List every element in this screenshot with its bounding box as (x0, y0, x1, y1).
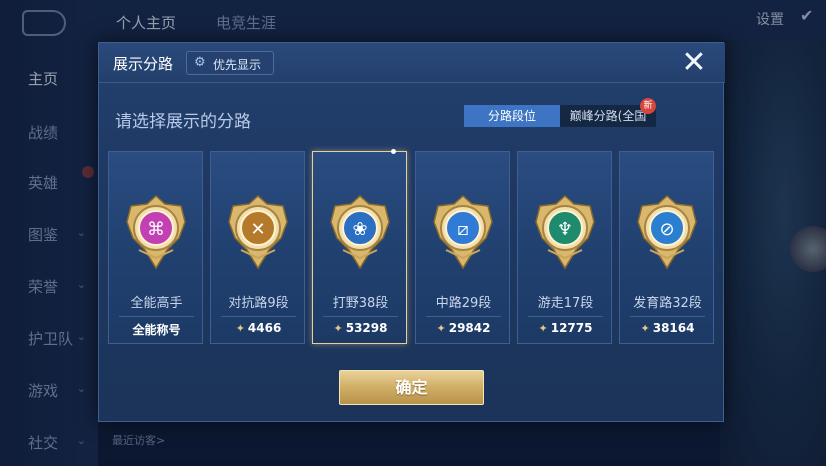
close-icon[interactable]: ✕ (674, 45, 714, 81)
svg-text:⧄: ⧄ (457, 219, 468, 240)
lane-card-value-text: 12775 (550, 321, 593, 335)
lane-display-dialog: 展示分路 ⚙ 优先显示 ✕ 请选择展示的分路 分路段位 巅峰分路(全国 新 ⌘ 全… (98, 42, 725, 422)
divider (119, 316, 194, 317)
rank-star-icon: ✦ (436, 322, 446, 335)
lane-card-name: 游走17段 (537, 296, 594, 311)
lane-card-value: ✦ 12775 (518, 321, 613, 335)
rank-star-icon: ✦ (235, 322, 245, 335)
lane-card-value-text: 53298 (345, 321, 388, 335)
svg-text:✕: ✕ (250, 219, 265, 240)
divider (323, 316, 398, 317)
roam-emblem-icon: ♆ (530, 194, 600, 270)
lane-card-name: 中路29段 (435, 296, 492, 311)
lane-card[interactable]: ♆ 游走17段 ✦ 12775 (517, 151, 612, 344)
svg-text:❀: ❀ (352, 219, 367, 240)
gear-icon: ⚙ (194, 55, 206, 70)
lane-card-value-text: 38164 (652, 321, 695, 335)
tab-lane-rank[interactable]: 分路段位 (464, 105, 560, 127)
svg-text:♆: ♆ (557, 219, 573, 240)
dialog-header: 展示分路 ⚙ 优先显示 ✕ (99, 43, 725, 83)
lane-card[interactable]: ✕ 对抗路9段 ✦ 4466 (210, 151, 305, 344)
lane-card-value: ✦ 29842 (416, 321, 511, 335)
farm-lane-emblem-icon: ⊘ (632, 194, 702, 270)
lane-card-value: 全能称号 (109, 321, 204, 338)
prompt-text: 请选择展示的分路 (115, 112, 251, 132)
svg-text:⌘: ⌘ (147, 219, 165, 240)
priority-display-button[interactable]: ⚙ 优先显示 (186, 51, 274, 75)
dialog-title: 展示分路 (113, 55, 174, 73)
lane-card-name: 对抗路9段 (228, 296, 289, 311)
lane-card-value: ✦ 38164 (620, 321, 715, 335)
lane-card-name: 全能高手 (130, 296, 183, 311)
jungle-emblem-icon: ❀ (325, 194, 395, 270)
selection-marker (391, 149, 396, 154)
svg-text:⊘: ⊘ (659, 219, 674, 240)
lane-card-value-text: 全能称号 (132, 323, 181, 337)
rank-star-icon: ✦ (333, 322, 343, 335)
lane-card-name: 打野38段 (332, 296, 389, 311)
versatile-emblem-icon: ⌘ (121, 194, 191, 270)
mid-lane-emblem-icon: ⧄ (428, 194, 498, 270)
lane-card[interactable]: ⌘ 全能高手全能称号 (108, 151, 203, 344)
lane-card-name: 发育路32段 (633, 296, 702, 311)
divider (221, 316, 296, 317)
priority-display-label: 优先显示 (213, 58, 262, 72)
lane-card-value-text: 29842 (448, 321, 491, 335)
clash-lane-emblem-icon: ✕ (223, 194, 293, 270)
confirm-button[interactable]: 确定 (339, 370, 484, 405)
lane-card[interactable]: ⧄ 中路29段 ✦ 29842 (415, 151, 510, 344)
lane-card-value: ✦ 4466 (211, 321, 306, 335)
lane-card[interactable]: ❀ 打野38段 ✦ 53298 (312, 149, 408, 344)
divider (630, 316, 705, 317)
new-badge: 新 (640, 98, 656, 114)
rank-star-icon: ✦ (640, 322, 650, 335)
rank-star-icon: ✦ (538, 322, 548, 335)
lane-card-value-text: 4466 (247, 321, 282, 335)
divider (426, 316, 501, 317)
lane-card[interactable]: ⊘ 发育路32段 ✦ 38164 (619, 151, 714, 344)
lane-card-value: ✦ 53298 (313, 321, 408, 335)
divider (528, 316, 603, 317)
